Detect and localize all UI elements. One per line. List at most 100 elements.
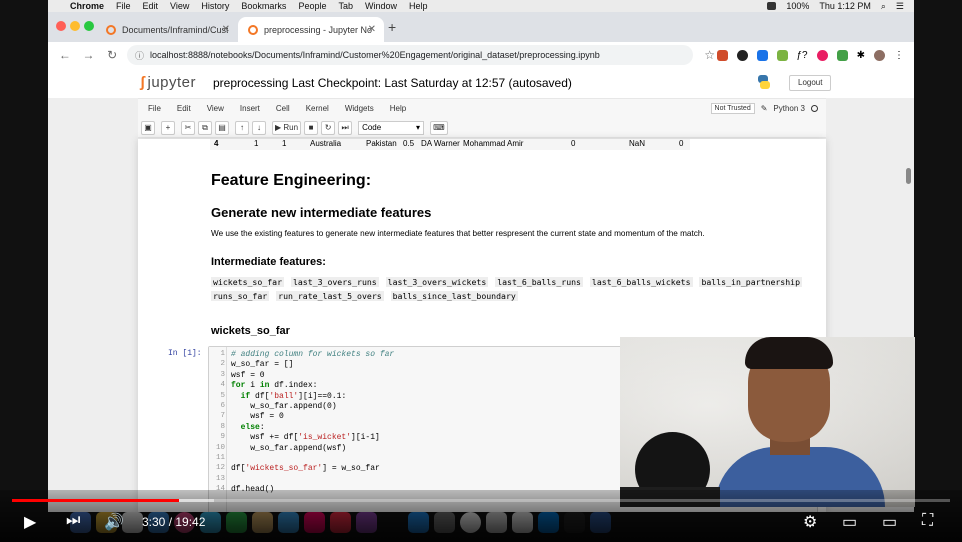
feature-name: last_6_balls_wickets <box>589 277 693 287</box>
line-number: 1 <box>220 350 225 358</box>
tab-documents[interactable]: Documents/Inframind/Customer ✕ <box>96 17 238 42</box>
line-number: 13 <box>215 474 225 483</box>
notebook-toolbar: ▣ + ✂ ⧉ ▤ ↑ ↓ ▶ Run ■ ↻ ⏭ Code ▾ ⌨ <box>138 118 826 138</box>
trust-badge[interactable]: Not Trusted <box>710 103 755 114</box>
menu-tab[interactable]: Tab <box>338 1 353 11</box>
copy-icon[interactable]: ⧉ <box>198 120 212 135</box>
code-line: wsf += df['is_wicket'][i-1] <box>231 433 380 443</box>
df-cell: 1 <box>282 139 287 148</box>
bookmark-star-icon[interactable]: ☆ <box>703 48 717 62</box>
line-number: 2 <box>220 360 225 369</box>
volume-icon[interactable]: 🔊 <box>104 512 124 532</box>
tab-strip: Documents/Inframind/Customer ✕ preproces… <box>48 12 914 42</box>
jmenu-edit[interactable]: Edit <box>177 104 191 113</box>
fullscreen-icon[interactable]: ⛶ <box>922 512 933 530</box>
line-number: 12 <box>215 464 225 473</box>
notebook-title[interactable]: preprocessing Last Checkpoint: Last Satu… <box>213 76 572 90</box>
menu-view[interactable]: View <box>170 1 189 11</box>
jmenu-widgets[interactable]: Widgets <box>345 104 374 113</box>
edit-pencil-icon[interactable]: ✎ <box>761 104 768 113</box>
miniplayer-icon[interactable]: ▭ <box>842 512 857 532</box>
menu-list-icon[interactable]: ☰ <box>896 1 904 12</box>
menu-help[interactable]: Help <box>409 1 428 11</box>
tab-preprocessing[interactable]: preprocessing - Jupyter Notebook ✕ <box>238 17 384 42</box>
info-icon[interactable]: ⓘ <box>135 49 144 62</box>
extensions-puzzle-icon[interactable]: ✱ <box>857 50 865 61</box>
page-scrollbar[interactable] <box>906 168 911 184</box>
jmenu-cell[interactable]: Cell <box>276 104 290 113</box>
kernel-idle-icon <box>811 105 818 112</box>
interrupt-icon[interactable]: ■ <box>304 120 319 135</box>
insert-cell-icon[interactable]: + <box>161 120 175 135</box>
play-icon[interactable]: ▶ <box>24 512 36 532</box>
cell-type-select[interactable]: Code ▾ <box>358 120 425 135</box>
move-down-icon[interactable]: ↓ <box>252 120 266 135</box>
clock[interactable]: Thu 1:12 PM <box>819 1 871 11</box>
battery-label[interactable]: 100% <box>786 1 809 11</box>
feature-name: last_3_overs_wickets <box>385 277 489 287</box>
extension-icon[interactable] <box>836 49 848 61</box>
extension-icon[interactable] <box>736 49 748 61</box>
settings-gear-icon[interactable]: ⚙ <box>803 512 817 532</box>
df-cell: Australia <box>310 139 342 148</box>
profile-avatar[interactable] <box>874 49 886 61</box>
logout-button[interactable]: Logout <box>789 75 832 91</box>
wifi-icon[interactable] <box>767 2 777 10</box>
search-icon[interactable]: ⌕ <box>881 1 886 12</box>
code-line: for i in df.index: <box>231 381 318 391</box>
extension-icon[interactable] <box>756 49 768 61</box>
df-cell: Pakistan <box>366 139 397 148</box>
jmenu-view[interactable]: View <box>207 104 224 113</box>
restart-icon[interactable]: ↻ <box>321 120 336 135</box>
jmenu-kernel[interactable]: Kernel <box>306 104 329 113</box>
feature-name: balls_since_last_boundary <box>390 291 518 301</box>
jmenu-help[interactable]: Help <box>390 104 406 113</box>
restart-run-all-icon[interactable]: ⏭ <box>338 120 353 135</box>
extension-icon[interactable] <box>716 49 728 61</box>
feature-name: runs_so_far <box>211 291 270 301</box>
menu-app[interactable]: Chrome <box>70 1 104 11</box>
keyboard-icon[interactable]: ⌨ <box>430 120 448 135</box>
run-button[interactable]: ▶ Run <box>272 120 302 135</box>
browser-toolbar: ← → ↻ ⓘ localhost:8888/notebooks/Documen… <box>48 42 914 68</box>
close-tab-icon[interactable]: ✕ <box>368 24 376 35</box>
new-tab-icon[interactable]: + <box>388 19 396 35</box>
jmenu-file[interactable]: File <box>148 104 161 113</box>
address-bar[interactable]: ⓘ localhost:8888/notebooks/Documents/Inf… <box>126 45 693 65</box>
formula-extension-icon[interactable]: ƒ? <box>797 50 808 61</box>
code-line: w_so_far.append(wsf) <box>231 443 347 453</box>
move-up-icon[interactable]: ↑ <box>235 120 249 135</box>
extension-icon[interactable] <box>776 49 788 61</box>
menu-bookmarks[interactable]: Bookmarks <box>241 1 286 11</box>
menu-people[interactable]: People <box>298 1 326 11</box>
minimize-window-icon[interactable] <box>70 21 80 31</box>
next-icon[interactable]: ⏭ <box>66 512 80 530</box>
menu-file[interactable]: File <box>116 1 131 11</box>
extension-icon[interactable] <box>816 49 828 61</box>
jupyter-logo[interactable]: ʃ jupyter <box>140 74 196 91</box>
heading-generate-features: Generate new intermediate features <box>211 205 432 220</box>
menu-history[interactable]: History <box>201 1 229 11</box>
zoom-window-icon[interactable] <box>84 21 94 31</box>
heading-intermediate-features: Intermediate features: <box>211 256 326 268</box>
jmenu-insert[interactable]: Insert <box>240 104 260 113</box>
line-number: 5 <box>220 391 225 400</box>
theater-mode-icon[interactable]: ▭ <box>882 512 897 532</box>
paste-icon[interactable]: ▤ <box>215 120 229 135</box>
chrome-menu-icon[interactable]: ⋮ <box>894 50 904 61</box>
progress-bar[interactable] <box>12 499 950 502</box>
reload-icon[interactable]: ↻ <box>105 48 119 62</box>
forward-icon[interactable]: → <box>82 48 96 62</box>
video-player-controls: ▶ ⏭ 🔊 3:30 / 19:42 ⚙ ▭ ▭ ⛶ <box>0 490 962 542</box>
menu-edit[interactable]: Edit <box>143 1 159 11</box>
close-tab-icon[interactable]: ✕ <box>222 24 230 35</box>
save-icon[interactable]: ▣ <box>141 120 155 135</box>
menu-window[interactable]: Window <box>365 1 397 11</box>
cut-icon[interactable]: ✂ <box>181 120 195 135</box>
jupyter-header: ʃ jupyter preprocessing Last Checkpoint: … <box>48 68 914 98</box>
close-window-icon[interactable] <box>56 21 66 31</box>
run-icon: ▶ <box>275 123 284 132</box>
back-icon[interactable]: ← <box>58 48 72 62</box>
presenter-hair <box>745 337 833 369</box>
webcam-overlay <box>620 337 915 507</box>
